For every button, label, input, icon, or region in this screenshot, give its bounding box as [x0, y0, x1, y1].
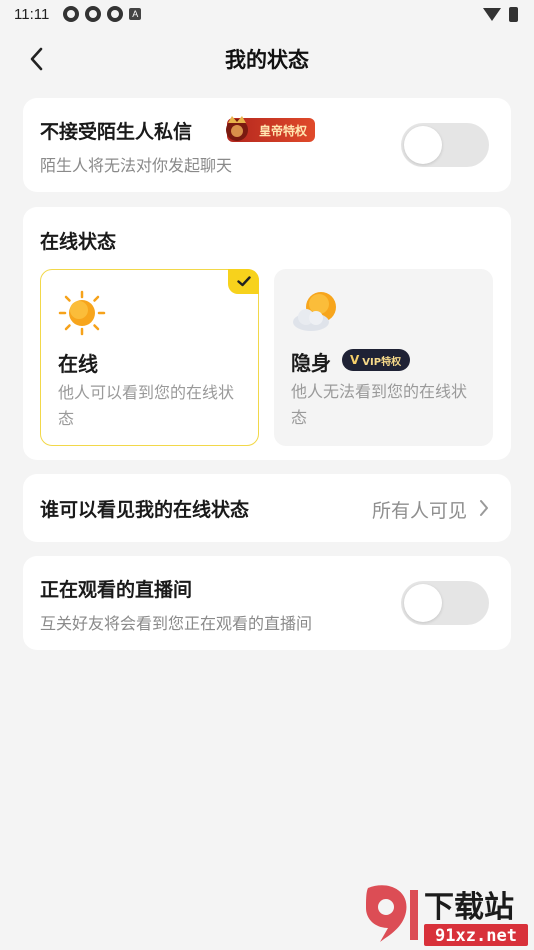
watermark-url: 91xz.net [435, 926, 517, 946]
emperor-avatar-icon [226, 116, 248, 141]
sun-behind-cloud-icon [293, 292, 336, 331]
stranger-dm-toggle[interactable] [401, 123, 489, 167]
watermark-logo: 下载站 91xz.net [366, 885, 528, 946]
online-option-desc: 他人可以看到您的在线状态 [58, 383, 235, 428]
toggle-knob [404, 126, 442, 164]
toggle-knob [404, 584, 442, 622]
status-time: 11:11 [14, 5, 50, 23]
system-icons [483, 6, 518, 22]
wifi-icon [483, 7, 501, 21]
stranger-dm-title: 不接受陌生人私信 [40, 121, 193, 143]
page-title: 我的状态 [225, 48, 309, 72]
visibility-title: 谁可以看见我的在线状态 [40, 499, 250, 521]
back-button[interactable] [22, 44, 52, 74]
emperor-badge-label: 皇帝特权 [258, 123, 307, 138]
watching-live-toggle[interactable] [401, 581, 489, 625]
invisible-option-title: 隐身 [291, 351, 331, 375]
sun-icon [58, 290, 106, 336]
emperor-privilege-badge: 皇帝特权 [226, 116, 315, 142]
online-status-section-title: 在线状态 [40, 231, 117, 253]
online-option-title: 在线 [58, 352, 98, 376]
app-notification-icon [85, 6, 102, 22]
chevron-right-icon [480, 500, 488, 516]
header: 我的状态 [0, 38, 534, 80]
visibility-value: 所有人可见 [371, 500, 467, 522]
checkmark-icon [236, 276, 251, 287]
invisible-option[interactable]: 隐身 V VIP特权 他人无法看到您的在线状态 [274, 269, 493, 446]
stranger-dm-card: 不接受陌生人私信 皇帝特权 陌生人将无法对你发起聊天 [23, 98, 511, 192]
status-bar: 11:11 A [0, 0, 534, 28]
online-status-card: 在线状态 在线 他人可以看到您的在线状态 隐身 V VIP特权 他人无法看到您的… [23, 207, 511, 460]
watching-live-card: 正在观看的直播间 互关好友将会看到您正在观看的直播间 [23, 556, 511, 650]
app-notification-icon [63, 6, 80, 22]
invisible-option-desc: 他人无法看到您的在线状态 [291, 382, 468, 427]
vip-privilege-badge: V VIP特权 [342, 349, 410, 371]
back-arrow-icon [30, 47, 43, 71]
watching-live-title: 正在观看的直播间 [40, 579, 193, 601]
vip-badge-label: VIP特权 [362, 356, 402, 368]
watching-live-subtitle: 互关好友将会看到您正在观看的直播间 [40, 614, 313, 633]
watermark-title: 下载站 [424, 890, 514, 925]
notification-icons: A [63, 6, 142, 22]
app-notification-icon [107, 6, 124, 22]
online-option[interactable]: 在线 他人可以看到您的在线状态 [40, 269, 259, 446]
battery-icon [509, 6, 518, 22]
a-notification-icon: A [129, 8, 142, 20]
stranger-dm-subtitle: 陌生人将无法对你发起聊天 [40, 156, 233, 175]
visibility-setting-row[interactable]: 谁可以看见我的在线状态 所有人可见 [23, 474, 511, 542]
selected-check [228, 269, 259, 294]
vip-v-icon: V [350, 353, 360, 367]
